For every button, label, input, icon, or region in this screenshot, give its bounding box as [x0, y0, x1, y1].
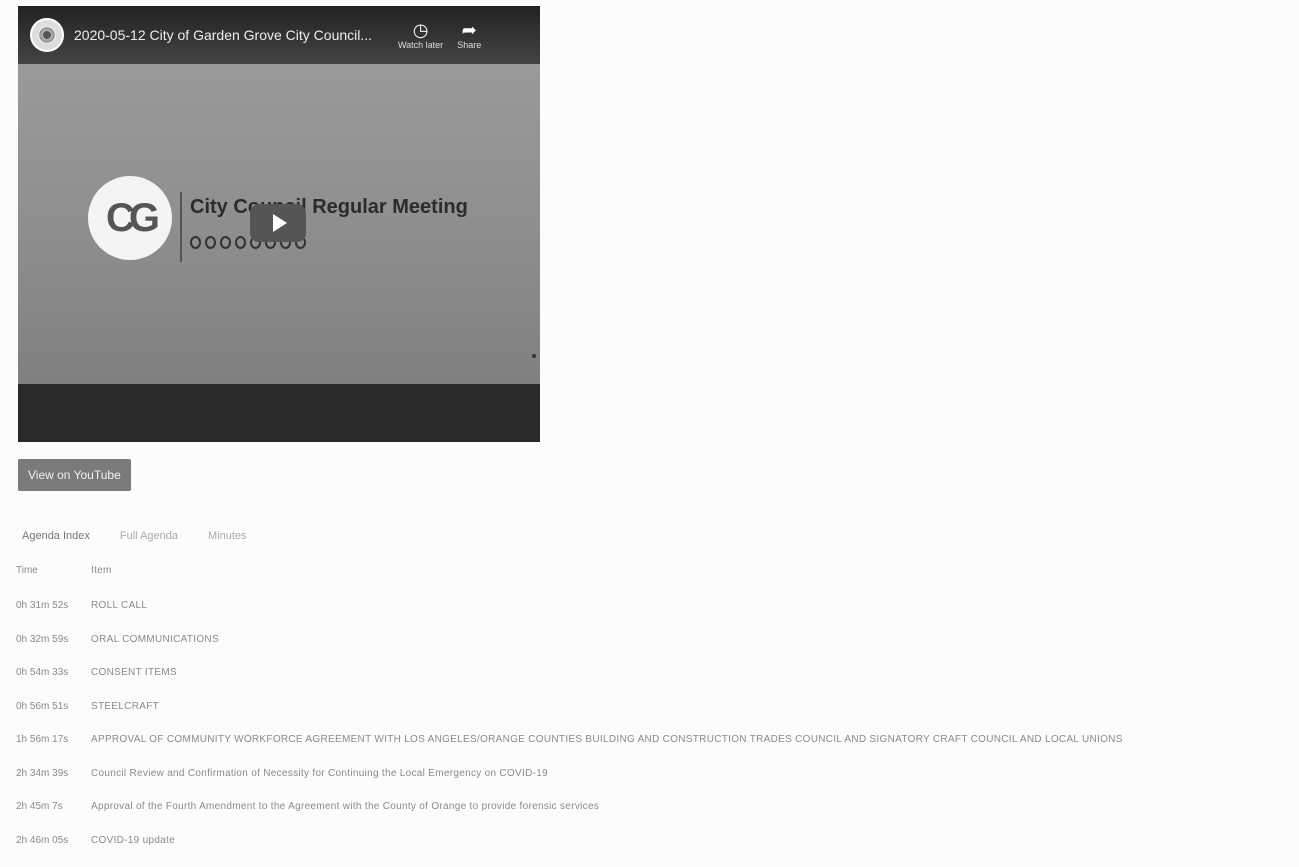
agenda-item[interactable]: APPROVAL OF COMMUNITY WORKFORCE AGREEMEN… — [91, 734, 1123, 745]
table-row[interactable]: 2h 46m 05s COVID-19 update — [16, 835, 1286, 867]
agenda-item[interactable]: Approval of the Fourth Amendment to the … — [91, 801, 599, 812]
video-player[interactable]: 2020-05-12 City of Garden Grove City Cou… — [18, 6, 540, 442]
channel-avatar[interactable] — [30, 18, 64, 52]
agenda-time[interactable]: 0h 56m 51s — [16, 701, 91, 712]
agenda-table: Time Item 0h 31m 52s ROLL CALL 0h 32m 59… — [16, 565, 1286, 867]
table-row[interactable]: 0h 56m 51s STEELCRAFT — [16, 701, 1286, 735]
meeting-title: City Council Regular Meeting — [190, 196, 468, 218]
agenda-tabs: Agenda Index Full Agenda Minutes — [22, 530, 247, 542]
agenda-item[interactable]: STEELCRAFT — [91, 701, 159, 712]
view-on-youtube-button[interactable]: View on YouTube — [18, 459, 131, 491]
table-row[interactable]: 2h 34m 39s Council Review and Confirmati… — [16, 768, 1286, 802]
tab-agenda-index[interactable]: Agenda Index — [22, 530, 90, 542]
table-row[interactable]: 0h 54m 33s CONSENT ITEMS — [16, 667, 1286, 701]
city-logo-icon: CG — [88, 176, 172, 260]
page: 2020-05-12 City of Garden Grove City Cou… — [0, 0, 1299, 867]
table-row[interactable]: 0h 32m 59s ORAL COMMUNICATIONS — [16, 634, 1286, 668]
play-button[interactable] — [250, 204, 306, 242]
agenda-header-row: Time Item — [16, 565, 1286, 600]
logo-divider — [180, 192, 182, 262]
play-icon — [273, 214, 287, 232]
agenda-item[interactable]: ROLL CALL — [91, 600, 147, 611]
agenda-time[interactable]: 2h 34m 39s — [16, 768, 91, 779]
agenda-item[interactable]: CONSENT ITEMS — [91, 667, 177, 678]
watch-later-label: Watch later — [398, 40, 444, 50]
side-dot — [532, 354, 536, 358]
share-button[interactable]: ➦ Share — [457, 20, 481, 50]
agenda-time[interactable]: 1h 56m 17s — [16, 734, 91, 745]
agenda-time[interactable]: 2h 45m 7s — [16, 801, 91, 812]
video-thumbnail[interactable]: CG City Council Regular Meeting — [18, 64, 540, 384]
tab-minutes[interactable]: Minutes — [208, 530, 247, 542]
agenda-item[interactable]: ORAL COMMUNICATIONS — [91, 634, 219, 645]
clock-icon: ◷ — [412, 20, 429, 40]
agenda-item[interactable]: Council Review and Confirmation of Neces… — [91, 768, 548, 779]
table-row[interactable]: 2h 45m 7s Approval of the Fourth Amendme… — [16, 801, 1286, 835]
time-column-header: Time — [16, 565, 38, 576]
city-seal-icon — [38, 26, 56, 44]
agenda-time[interactable]: 0h 32m 59s — [16, 634, 91, 645]
table-row[interactable]: 1h 56m 17s APPROVAL OF COMMUNITY WORKFOR… — [16, 734, 1286, 768]
agenda-time[interactable]: 0h 31m 52s — [16, 600, 91, 611]
agenda-item[interactable]: COVID-19 update — [91, 835, 175, 846]
video-header: 2020-05-12 City of Garden Grove City Cou… — [18, 6, 540, 64]
share-label: Share — [457, 40, 482, 50]
agenda-time[interactable]: 0h 54m 33s — [16, 667, 91, 678]
share-arrow-icon: ➦ — [461, 20, 477, 40]
video-control-bar[interactable] — [18, 384, 540, 442]
table-row[interactable]: 0h 31m 52s ROLL CALL — [16, 600, 1286, 634]
item-column-header: Item — [91, 565, 112, 576]
video-title[interactable]: 2020-05-12 City of Garden Grove City Cou… — [74, 27, 384, 43]
tab-full-agenda[interactable]: Full Agenda — [120, 530, 178, 542]
watch-later-button[interactable]: ◷ Watch later — [398, 20, 443, 50]
agenda-time[interactable]: 2h 46m 05s — [16, 835, 91, 846]
